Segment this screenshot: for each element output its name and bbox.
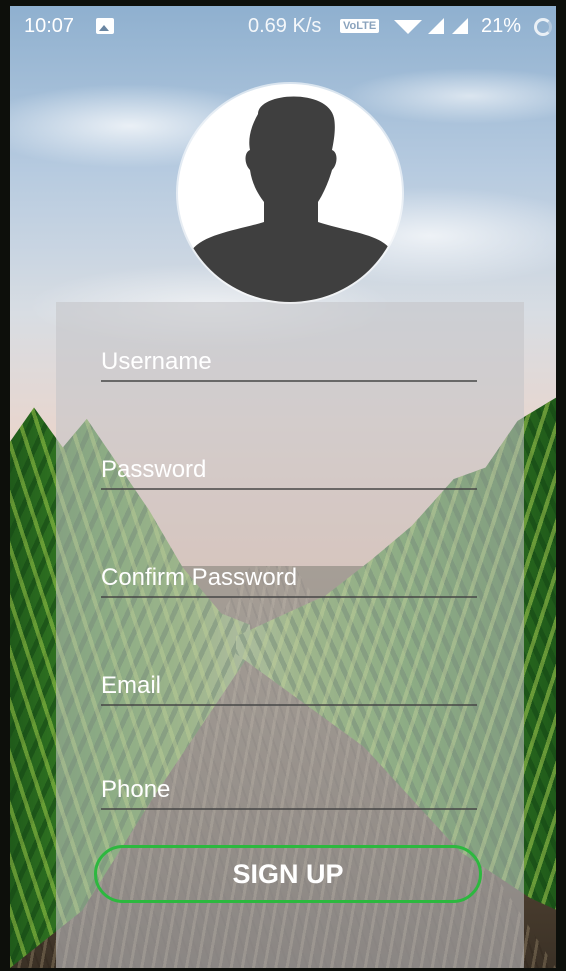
status-time: 10:07 (24, 15, 75, 37)
signal-icon (428, 18, 444, 34)
phone-input[interactable] (101, 772, 477, 808)
volte-icon: VoLTE (340, 19, 380, 33)
signup-button[interactable]: SIGN UP (94, 845, 482, 903)
signup-form: SIGN UP (56, 302, 524, 968)
username-field[interactable] (101, 344, 477, 382)
battery-percent: 21% (481, 15, 522, 37)
email-input[interactable] (101, 668, 477, 704)
network-speed: 0.69 K/s (248, 15, 322, 37)
confirm-password-input[interactable] (101, 560, 477, 596)
avatar[interactable] (178, 84, 402, 302)
email-field[interactable] (101, 668, 477, 706)
signal-icon (452, 18, 468, 34)
battery-icon (534, 18, 552, 36)
username-input[interactable] (101, 344, 477, 380)
user-silhouette-icon (178, 96, 402, 302)
image-icon (96, 18, 114, 34)
app-screen: 10:07 0.69 K/s VoLTE 21% SIGN UP (10, 6, 556, 968)
wifi-icon (394, 20, 422, 34)
password-input[interactable] (101, 452, 477, 488)
status-bar: 10:07 0.69 K/s VoLTE 21% (10, 6, 556, 46)
phone-field[interactable] (101, 772, 477, 810)
confirm-password-field[interactable] (101, 560, 477, 598)
password-field[interactable] (101, 452, 477, 490)
